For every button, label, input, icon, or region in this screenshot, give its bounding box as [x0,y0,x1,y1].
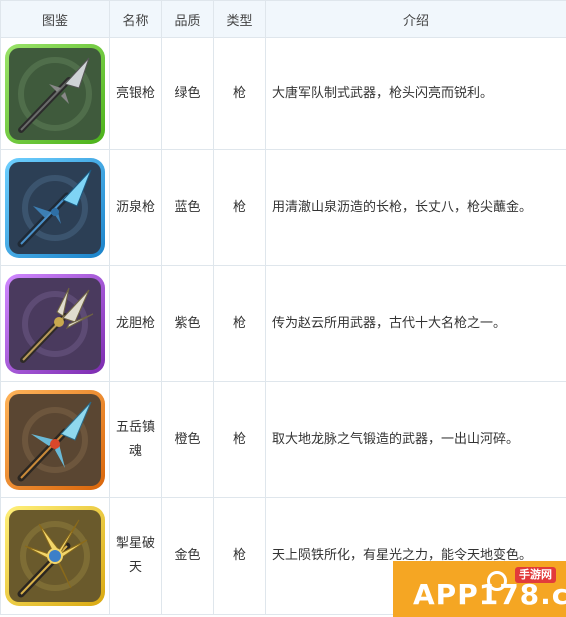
weapon-intro: 传为赵云所用武器，古代十大名枪之一。 [265,265,566,382]
weapon-type: 枪 [213,265,266,382]
silver-spear-icon [9,47,101,140]
weapon-quality: 绿色 [161,37,214,150]
weapon-intro: 用清澈山泉沥造的长枪，长丈八，枪尖蘸金。 [265,149,566,266]
icon-cell [0,149,110,266]
weapon-quality: 紫色 [161,265,214,382]
header-type: 类型 [213,0,266,38]
watermark-text: APP178.com [413,578,566,611]
weapon-type: 枪 [213,381,266,498]
header-quality: 品质 [161,0,214,38]
weapon-quality: 橙色 [161,381,214,498]
five-peaks-spear-icon [9,393,101,486]
weapon-name: 沥泉枪 [109,149,162,266]
weapon-intro: 取大地龙脉之气锻造的武器，一出山河碎。 [265,381,566,498]
weapon-type: 枪 [213,497,266,615]
weapon-table: 图鉴 名称 品质 类型 介绍 亮银枪 绿色 枪 大唐军队制式武器，枪头闪亮而锐利… [0,0,566,615]
weapon-name: 亮银枪 [109,37,162,150]
header-intro: 介绍 [265,0,566,38]
icon-cell [0,497,110,615]
table-row: 沥泉枪 蓝色 枪 用清澈山泉沥造的长枪，长丈八，枪尖蘸金。 [0,149,566,266]
weapon-type: 枪 [213,149,266,266]
icon-cell [0,381,110,498]
weapon-quality: 蓝色 [161,149,214,266]
table-row: 亮银枪 绿色 枪 大唐军队制式武器，枪头闪亮而锐利。 [0,37,566,150]
star-breaker-spear-icon [9,510,101,602]
header-name: 名称 [109,0,162,38]
weapon-intro: 大唐军队制式武器，枪头闪亮而锐利。 [265,37,566,150]
icon-cell [0,37,110,150]
table-header-row: 图鉴 名称 品质 类型 介绍 [0,0,566,38]
weapon-quality: 金色 [161,497,214,615]
weapon-type: 枪 [213,37,266,150]
spring-spear-icon [9,161,101,254]
header-icon: 图鉴 [0,0,110,38]
table-row: 龙胆枪 紫色 枪 传为赵云所用武器，古代十大名枪之一。 [0,265,566,382]
site-watermark: 手游网 APP178.com [393,561,566,617]
weapon-name: 龙胆枪 [109,265,162,382]
dragon-courage-trident-icon [9,277,101,370]
icon-cell [0,265,110,382]
weapon-name: 五岳镇魂 [109,381,162,498]
weapon-name: 掣星破天 [109,497,162,615]
table-row: 五岳镇魂 橙色 枪 取大地龙脉之气锻造的武器，一出山河碎。 [0,381,566,498]
